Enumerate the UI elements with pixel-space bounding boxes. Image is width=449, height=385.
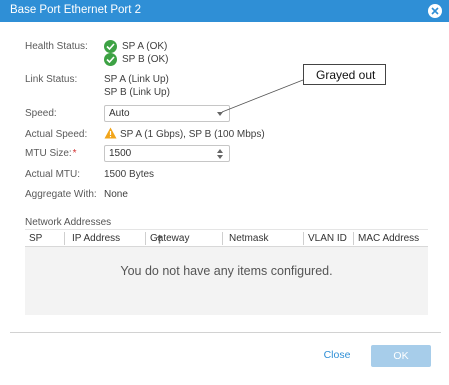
column-divider [64, 232, 65, 245]
column-header-gateway[interactable]: Gateway [150, 233, 189, 244]
column-divider [303, 232, 304, 245]
network-addresses-title: Network Addresses [25, 217, 112, 228]
actual-mtu-value: 1500 Bytes [104, 169, 155, 180]
empty-table-message: You do not have any items configured. [120, 264, 333, 278]
close-button[interactable]: Close [318, 349, 356, 365]
mtu-size-label: MTU Size:* [25, 148, 77, 159]
aggregate-with-label: Aggregate With: [25, 189, 97, 200]
footer-divider [10, 332, 441, 333]
table-header: SP IP Address Gateway Netmask VLAN ID MA… [25, 229, 428, 247]
mtu-size-stepper[interactable]: 1500 [104, 145, 230, 162]
column-header-ip-address[interactable]: IP Address [72, 233, 120, 244]
grayed-out-callout: Grayed out [303, 64, 386, 85]
stepper-up-icon[interactable] [217, 149, 223, 153]
table-body: You do not have any items configured. [25, 247, 428, 315]
mtu-size-label-text: MTU Size: [25, 148, 72, 159]
column-header-mac-address[interactable]: MAC Address [358, 233, 419, 244]
column-header-vlan-id[interactable]: VLAN ID [308, 233, 347, 244]
actual-speed-label: Actual Speed: [25, 129, 88, 140]
stepper-down-icon[interactable] [217, 155, 223, 159]
aggregate-with-value: None [104, 189, 128, 200]
ok-button[interactable]: OK [371, 345, 431, 367]
column-header-sp[interactable]: SP [29, 233, 42, 244]
warning-icon [104, 127, 117, 142]
required-mark: * [72, 148, 77, 159]
column-header-netmask[interactable]: Netmask [229, 233, 268, 244]
column-divider [222, 232, 223, 245]
mtu-size-value: 1500 [109, 148, 132, 159]
actual-speed-value: SP A (1 Gbps), SP B (100 Mbps) [120, 129, 265, 140]
callout-text: Grayed out [316, 68, 376, 82]
column-divider [145, 232, 146, 245]
actual-mtu-label: Actual MTU: [25, 169, 81, 180]
column-divider [353, 232, 354, 245]
